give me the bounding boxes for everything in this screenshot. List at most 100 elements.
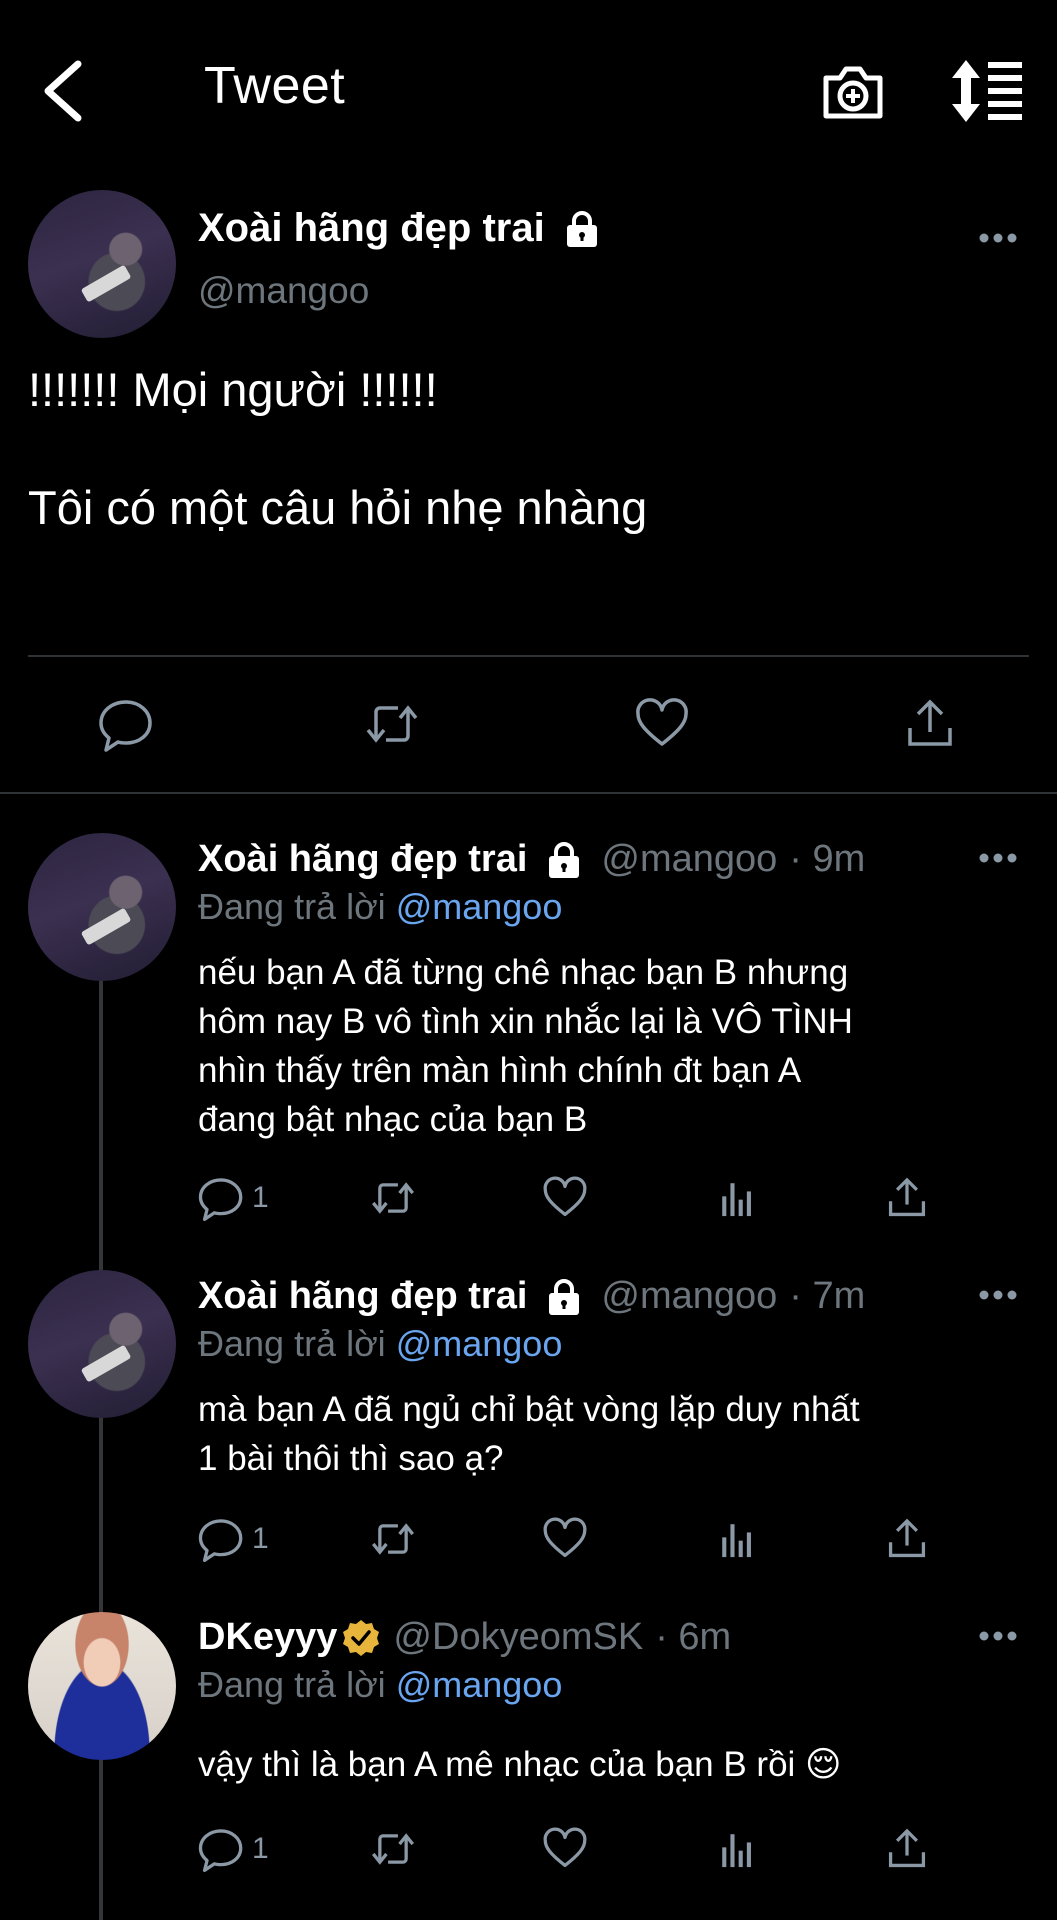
reply-count: 1 <box>252 1832 269 1865</box>
share-icon <box>888 1177 926 1217</box>
replying-to: Đang trả lời @mangoo <box>198 886 562 928</box>
reply-header: DKeyyy @DokyeomSK · 6m <box>198 1616 731 1659</box>
divider <box>28 655 1029 657</box>
like-icon <box>543 1517 587 1558</box>
replying-prefix: Đang trả lời <box>198 1323 386 1364</box>
retweet-button[interactable] <box>370 1175 416 1221</box>
avatar-image <box>80 907 132 946</box>
like-icon <box>543 1176 587 1217</box>
reply-count: 1 <box>252 1522 269 1555</box>
retweet-button[interactable] <box>364 696 420 752</box>
reply-text-line: vậy thì là bạn A mê nhạc của bạn B rồi 😌 <box>198 1745 842 1784</box>
analytics-button[interactable] <box>714 1826 760 1872</box>
reply-icon <box>198 1829 243 1872</box>
author-name[interactable]: Xoài hãng đẹp trai <box>198 206 545 251</box>
reply-count: 1 <box>252 1181 269 1214</box>
thread-line <box>99 980 103 1920</box>
reply-handle[interactable]: @DokyeomSK <box>393 1616 643 1659</box>
reply-author-name[interactable]: DKeyyy <box>198 1616 337 1659</box>
more-icon <box>979 853 1017 863</box>
reply-header: Xoài hãng đẹp trai @mangoo · 7m <box>198 1275 865 1318</box>
reply-icon <box>198 1178 243 1221</box>
reply-author-name[interactable]: Xoài hãng đẹp trai <box>198 838 527 881</box>
more-icon <box>979 1290 1017 1300</box>
avatar[interactable] <box>28 1612 176 1760</box>
camera-plus-icon <box>823 66 883 119</box>
replying-prefix: Đang trả lời <box>198 886 386 927</box>
reply-handle[interactable]: @mangoo <box>601 1275 777 1318</box>
analytics-icon <box>722 1183 751 1217</box>
chevron-left-icon <box>44 60 82 122</box>
analytics-icon <box>722 1524 751 1558</box>
avatar[interactable] <box>28 190 176 338</box>
retweet-icon <box>366 705 418 743</box>
reply-text-line: hôm nay B vô tình xin nhắc lại là VÔ TÌN… <box>198 1002 853 1041</box>
retweet-icon <box>372 1523 414 1555</box>
reply-icon <box>198 1519 243 1562</box>
retweet-icon <box>372 1182 414 1214</box>
share-icon <box>888 1828 926 1868</box>
retweet-icon <box>372 1833 414 1865</box>
analytics-button[interactable] <box>714 1516 760 1562</box>
lock-icon <box>566 210 597 247</box>
reply-handle[interactable]: @mangoo <box>601 838 777 881</box>
more-button[interactable] <box>978 852 1018 864</box>
mention-link[interactable]: @mangoo <box>396 1323 563 1364</box>
like-icon <box>543 1827 587 1868</box>
sort-icon <box>952 60 1022 122</box>
camera-button[interactable] <box>820 58 886 124</box>
like-button[interactable] <box>542 1516 588 1562</box>
verified-icon <box>343 1619 380 1656</box>
share-button[interactable] <box>884 1175 930 1221</box>
reply-button[interactable]: 1 <box>198 1516 269 1562</box>
more-icon <box>979 1631 1017 1641</box>
mention-link[interactable]: @mangoo <box>396 1664 563 1705</box>
avatar[interactable] <box>28 1270 176 1418</box>
avatar-image <box>80 264 132 303</box>
replying-to: Đang trả lời @mangoo <box>198 1323 562 1365</box>
reply-icon <box>99 700 152 752</box>
author-name-row: Xoài hãng đẹp trai <box>198 206 599 251</box>
like-button[interactable] <box>542 1826 588 1872</box>
reply-author-name[interactable]: Xoài hãng đẹp trai <box>198 1275 527 1318</box>
lock-icon <box>549 1278 580 1315</box>
replying-prefix: Đang trả lời <box>198 1664 386 1705</box>
reply-button[interactable]: 1 <box>198 1175 269 1221</box>
top-bar: Tweet <box>0 0 1057 180</box>
author-handle[interactable]: @mangoo <box>198 270 369 312</box>
mention-link[interactable]: @mangoo <box>396 886 563 927</box>
reply-time: · 6m <box>655 1616 732 1658</box>
sort-button[interactable] <box>950 58 1026 124</box>
reply-header: Xoài hãng đẹp trai @mangoo · 9m <box>198 838 865 881</box>
replying-to: Đang trả lời @mangoo <box>198 1664 562 1706</box>
more-icon <box>979 233 1017 243</box>
reply-text-line: đang bật nhạc của bạn B <box>198 1100 588 1139</box>
analytics-icon <box>722 1834 751 1868</box>
share-button[interactable] <box>884 1826 930 1872</box>
page-title: Tweet <box>204 57 346 115</box>
more-button[interactable] <box>978 1630 1018 1642</box>
lock-icon <box>549 841 580 878</box>
reply-button[interactable] <box>98 696 154 752</box>
like-button[interactable] <box>542 1175 588 1221</box>
back-button[interactable] <box>34 56 94 126</box>
like-button[interactable] <box>634 696 690 752</box>
reply-time: · 7m <box>789 1275 866 1317</box>
more-button[interactable] <box>978 1289 1018 1301</box>
share-button[interactable] <box>902 696 958 752</box>
retweet-button[interactable] <box>370 1516 416 1562</box>
tweet-text-line: Tôi có một câu hỏi nhẹ nhàng <box>28 481 648 534</box>
reply-text-line: nhìn thấy trên màn hình chính đt bạn A <box>198 1051 802 1090</box>
avatar[interactable] <box>28 833 176 981</box>
analytics-button[interactable] <box>714 1175 760 1221</box>
tweet-text-line: !!!!!!! Mọi người !!!!!! <box>28 363 438 416</box>
more-button[interactable] <box>978 232 1018 244</box>
retweet-button[interactable] <box>370 1826 416 1872</box>
share-button[interactable] <box>884 1516 930 1562</box>
divider <box>0 792 1057 794</box>
share-icon <box>908 699 952 746</box>
avatar-image <box>80 1344 132 1383</box>
reply-button[interactable]: 1 <box>198 1826 269 1872</box>
like-icon <box>636 698 688 746</box>
reply-time: · 9m <box>789 838 866 880</box>
